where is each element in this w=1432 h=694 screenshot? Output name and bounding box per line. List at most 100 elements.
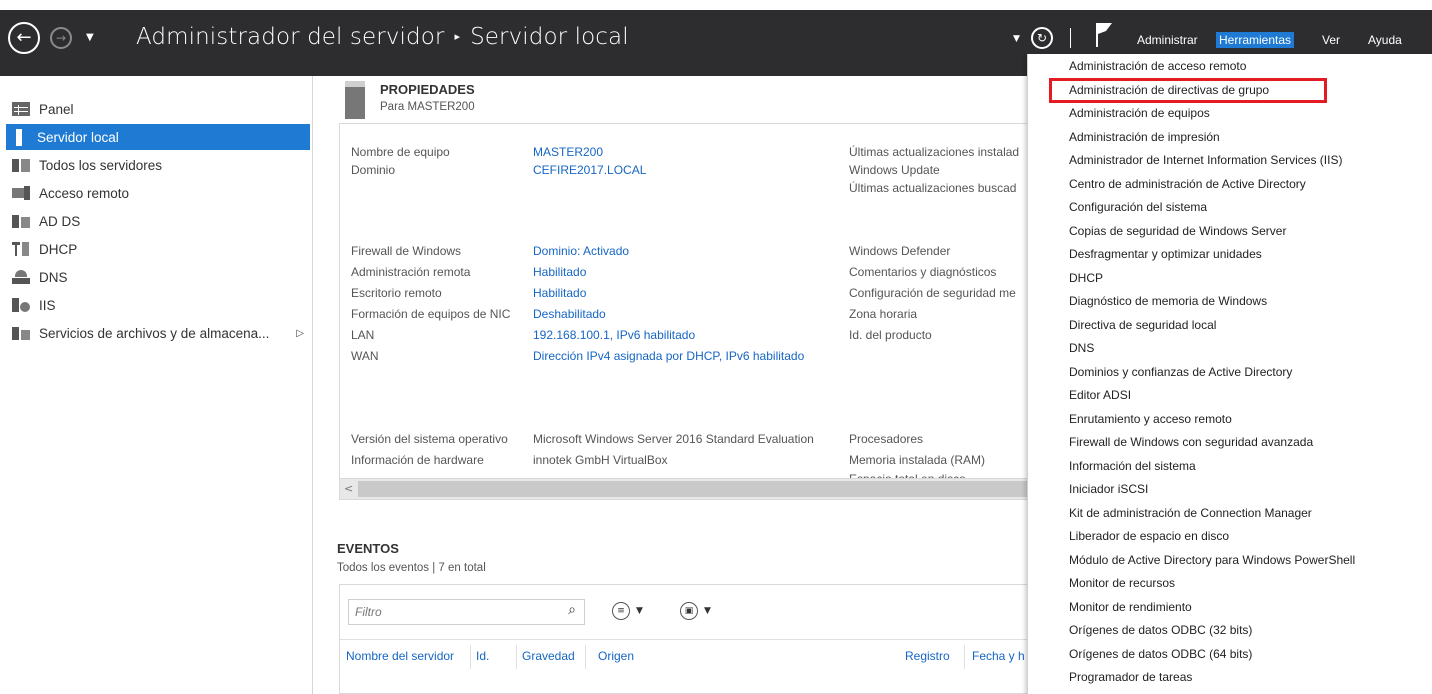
sidebar-item-iis[interactable]: IIS xyxy=(8,292,310,318)
property-label: Windows Defender xyxy=(849,244,951,258)
property-value-link[interactable]: Habilitado xyxy=(533,286,586,300)
tools-menu-item[interactable]: Orígenes de datos ODBC (64 bits) xyxy=(1069,643,1252,666)
property-value-link[interactable]: Deshabilitado xyxy=(533,307,606,321)
tools-menu-item[interactable]: Directiva de seguridad local xyxy=(1069,314,1216,337)
tools-menu-item[interactable]: Monitor de recursos xyxy=(1069,572,1175,595)
sidebar: Panel Servidor local Todos los servidore… xyxy=(0,76,313,694)
search-icon[interactable]: ⌕ xyxy=(568,602,576,618)
caret-down-icon: ▼ xyxy=(1013,34,1020,44)
horizontal-scrollbar[interactable]: < xyxy=(339,478,1039,500)
back-button[interactable]: ← xyxy=(8,22,40,54)
column-header[interactable]: Fecha y h xyxy=(972,649,1025,663)
tools-menu-item[interactable]: Editor ADSI xyxy=(1069,384,1131,407)
tools-menu-item[interactable]: Orígenes de datos ODBC (32 bits) xyxy=(1069,619,1252,642)
tools-menu-item[interactable]: Módulo de Active Directory para Windows … xyxy=(1069,549,1355,572)
property-label: Windows Update xyxy=(849,163,940,177)
tools-menu-item[interactable]: Administración de equipos xyxy=(1069,102,1210,125)
sidebar-item-todos-servidores[interactable]: Todos los servidores xyxy=(8,152,310,178)
sidebar-item-servidor-local[interactable]: Servidor local xyxy=(6,124,310,150)
column-separator xyxy=(964,645,965,669)
sidebar-item-label: DHCP xyxy=(39,241,78,257)
column-separator xyxy=(585,645,586,669)
arrow-left-icon: ← xyxy=(16,27,32,48)
property-label: Últimas actualizaciones buscad xyxy=(849,181,1017,195)
dashboard-icon xyxy=(12,102,30,116)
property-value-link[interactable]: CEFIRE2017.LOCAL xyxy=(533,163,646,177)
tools-menu-item[interactable]: Administración de directivas de grupo xyxy=(1069,79,1269,102)
ad-ds-icon xyxy=(12,214,30,228)
tools-menu-item[interactable]: Kit de administración de Connection Mana… xyxy=(1069,502,1312,525)
forward-button[interactable]: → xyxy=(50,27,72,49)
column-header[interactable]: Gravedad xyxy=(522,649,575,663)
sidebar-item-ad-ds[interactable]: AD DS xyxy=(8,208,310,234)
menu-herramientas[interactable]: Herramientas xyxy=(1216,32,1295,48)
property-label: Comentarios y diagnósticos xyxy=(849,265,997,279)
menu-administrar[interactable]: Administrar xyxy=(1137,33,1198,47)
property-label: Id. del producto xyxy=(849,328,932,342)
sidebar-item-dhcp[interactable]: DHCP xyxy=(8,236,310,262)
property-label: Últimas actualizaciones instalad xyxy=(849,145,1020,159)
tools-menu-item[interactable]: Programador de tareas xyxy=(1069,666,1192,689)
remote-access-icon xyxy=(12,186,30,200)
property-label: Información de hardware xyxy=(351,453,484,467)
breadcrumb: Administrador del servidor ▸ Servidor loca… xyxy=(136,24,629,50)
sidebar-item-label: DNS xyxy=(39,269,68,285)
tools-menu-item[interactable]: Dominios y confianzas de Active Director… xyxy=(1069,361,1292,384)
caret-down-icon: ▼ xyxy=(704,606,711,616)
tools-menu-item[interactable]: Configuración del sistema xyxy=(1069,196,1207,219)
tools-menu-item[interactable]: Monitor de rendimiento xyxy=(1069,596,1192,619)
toolbar-divider xyxy=(1070,28,1071,48)
tools-menu-item[interactable]: DNS xyxy=(1069,337,1094,360)
property-value-link[interactable]: MASTER200 xyxy=(533,145,603,159)
tools-menu-item[interactable]: Diagnóstico de memoria de Windows xyxy=(1069,290,1267,313)
history-dropdown-button[interactable]: ▼ xyxy=(86,32,94,43)
filter-input[interactable] xyxy=(349,600,559,624)
property-value-link[interactable]: 192.168.100.1, IPv6 habilitado xyxy=(533,328,695,342)
tools-menu-item[interactable]: Desfragmentar y optimizar unidades xyxy=(1069,243,1262,266)
server-properties-icon xyxy=(345,81,365,119)
sidebar-item-panel[interactable]: Panel xyxy=(8,96,310,122)
property-value-link[interactable]: Dirección IPv4 asignada por DHCP, IPv6 h… xyxy=(533,349,804,363)
menu-ayuda[interactable]: Ayuda xyxy=(1368,33,1402,47)
property-label: Procesadores xyxy=(849,432,924,446)
tools-menu-item[interactable]: Información del sistema xyxy=(1069,455,1196,478)
tools-menu-item[interactable]: Copias de seguridad de Windows Server xyxy=(1069,220,1286,243)
tools-menu-item[interactable]: Administración de impresión xyxy=(1069,126,1220,149)
column-header[interactable]: Registro xyxy=(905,649,950,663)
tools-menu-item[interactable]: Enrutamiento y acceso remoto xyxy=(1069,408,1232,431)
sidebar-item-label: Panel xyxy=(39,101,74,117)
refresh-button[interactable]: ↻ xyxy=(1031,27,1053,49)
scrollbar-thumb[interactable] xyxy=(358,481,1038,497)
tools-menu-item[interactable]: DHCP xyxy=(1069,267,1103,290)
refresh-dropdown-button[interactable]: ▼ xyxy=(1013,34,1020,44)
notifications-flag-icon[interactable] xyxy=(1094,22,1114,51)
column-header[interactable]: Id. xyxy=(476,649,489,663)
sidebar-item-acceso-remoto[interactable]: Acceso remoto xyxy=(8,180,310,206)
tools-menu-item[interactable]: Centro de administración de Active Direc… xyxy=(1069,173,1306,196)
tools-menu-item[interactable]: Firewall de Windows con seguridad avanza… xyxy=(1069,431,1313,454)
tools-menu-item[interactable]: Liberador de espacio en disco xyxy=(1069,525,1229,548)
sidebar-item-dns[interactable]: DNS xyxy=(8,264,310,290)
properties-panel: Nombre de equipo MASTER200 Dominio CEFIR… xyxy=(339,123,1039,499)
expand-arrow-icon[interactable]: ▷ xyxy=(296,328,304,339)
tools-menu-item[interactable]: Iniciador iSCSI xyxy=(1069,478,1148,501)
list-options-button[interactable]: ≡ ▼ xyxy=(612,602,643,620)
tools-menu-item[interactable]: Administración de acceso remoto xyxy=(1069,55,1246,78)
properties-title: PROPIEDADES xyxy=(380,82,475,97)
property-value-link[interactable]: Habilitado xyxy=(533,265,586,279)
scroll-left-icon[interactable]: < xyxy=(344,482,353,495)
column-header[interactable]: Nombre del servidor xyxy=(346,649,454,663)
property-value-link[interactable]: Dominio: Activado xyxy=(533,244,629,258)
property-label: Formación de equipos de NIC xyxy=(351,307,511,321)
tools-menu-item[interactable]: Administrador de Internet Information Se… xyxy=(1069,149,1342,172)
arrow-right-icon: → xyxy=(55,31,67,45)
property-label: Escritorio remoto xyxy=(351,286,442,300)
breadcrumb-separator: ▸ xyxy=(454,30,461,43)
window-top-strip xyxy=(0,0,1432,10)
column-header[interactable]: Origen xyxy=(598,649,634,663)
property-label: Configuración de seguridad me xyxy=(849,286,1016,300)
save-options-button[interactable]: ▣ ▼ xyxy=(680,602,711,620)
caret-down-icon: ▼ xyxy=(86,32,94,43)
sidebar-item-servicios-archivos[interactable]: Servicios de archivos y de almacena... ▷ xyxy=(8,320,310,346)
menu-ver[interactable]: Ver xyxy=(1322,33,1340,47)
